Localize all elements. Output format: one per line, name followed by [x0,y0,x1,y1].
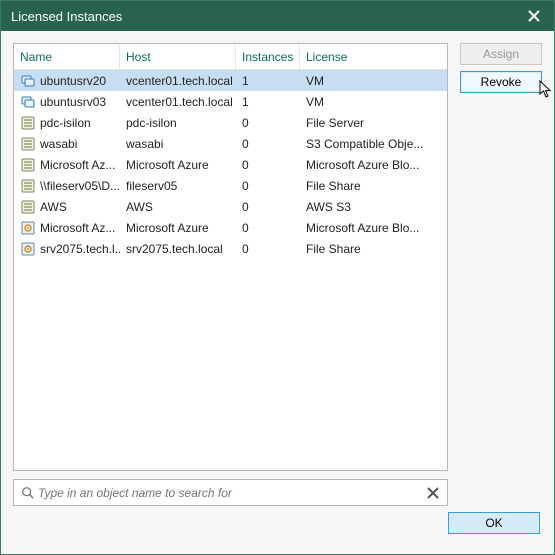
cell-instances: 0 [236,221,300,235]
cell-instances: 1 [236,74,300,88]
object-icon [20,241,36,257]
table-row[interactable]: AWSAWS0AWS S3 [14,196,447,217]
cell-license: S3 Compatible Obje... [300,137,447,151]
cell-host: pdc-isilon [120,116,236,130]
cell-name: AWS [14,199,120,215]
cell-instances: 0 [236,158,300,172]
table-row[interactable]: srv2075.tech.l...srv2075.tech.local0File… [14,238,447,259]
cell-host: Microsoft Azure [120,158,236,172]
cell-name-text: wasabi [40,137,77,151]
cell-host: Microsoft Azure [120,221,236,235]
cell-instances: 0 [236,179,300,193]
cell-license: File Share [300,242,447,256]
cell-instances: 0 [236,116,300,130]
col-header-host[interactable]: Host [120,44,236,69]
cell-license: Microsoft Azure Blo... [300,158,447,172]
cell-instances: 0 [236,200,300,214]
revoke-button[interactable]: Revoke [460,71,542,93]
nas-icon [20,136,36,152]
cell-instances: 0 [236,242,300,256]
dialog-body: Name Host Instances License ubuntusrv20 v… [1,31,554,554]
cell-name-text: \\fileserv05\D... [40,179,120,193]
ok-button[interactable]: OK [448,512,540,534]
table-row[interactable]: Microsoft Az... Microsoft Azure0Microsoft… [14,217,447,238]
table-row[interactable]: wasabiwasabi0S3 Compatible Obje... [14,133,447,154]
nas-icon [20,115,36,131]
nas-icon [20,178,36,194]
titlebar: Licensed Instances [1,1,554,31]
col-header-license[interactable]: License [300,44,447,69]
vm-icon [20,94,36,110]
search-box[interactable] [13,479,448,506]
object-icon [20,220,36,236]
cell-name-text: ubuntusrv20 [40,74,106,88]
cell-host: srv2075.tech.local [120,242,236,256]
table-row[interactable]: ubuntusrv20 vcenter01.tech.local1VM [14,70,447,91]
cell-license: File Server [300,116,447,130]
window-title: Licensed Instances [11,9,122,24]
action-buttons: Assign Revoke [460,43,542,506]
cell-name: ubuntusrv03 [14,94,120,110]
cell-name: pdc-isilon [14,115,120,131]
cell-name: ubuntusrv20 [14,73,120,89]
cell-name: Microsoft Az... [14,157,120,173]
cell-license: VM [300,95,447,109]
bottom-bar: OK [13,506,542,542]
table-row[interactable]: pdc-isilonpdc-isilon0File Server [14,112,447,133]
cell-name-text: pdc-isilon [40,116,91,130]
clear-search-icon[interactable] [425,485,441,501]
cell-license: AWS S3 [300,200,447,214]
cell-host: wasabi [120,137,236,151]
col-header-instances[interactable]: Instances [236,44,300,69]
instances-table: Name Host Instances License ubuntusrv20 v… [13,43,448,471]
cell-name-text: Microsoft Az... [40,221,115,235]
table-row[interactable]: Microsoft Az... Microsoft Azure0Microsoft… [14,154,447,175]
cell-instances: 1 [236,95,300,109]
cell-license: Microsoft Azure Blo... [300,221,447,235]
cell-host: fileserv05 [120,179,236,193]
table-row[interactable]: \\fileserv05\D...fileserv050File Share [14,175,447,196]
assign-button: Assign [460,43,542,65]
table-row[interactable]: ubuntusrv03 vcenter01.tech.local1VM [14,91,447,112]
vm-icon [20,73,36,89]
cursor-icon [539,80,555,102]
cell-host: vcenter01.tech.local [120,95,236,109]
nas-icon [20,157,36,173]
revoke-label: Revoke [481,75,522,89]
cell-name: \\fileserv05\D... [14,178,120,194]
cell-license: VM [300,74,447,88]
nas-icon [20,199,36,215]
cell-name-text: Microsoft Az... [40,158,115,172]
cell-name: Microsoft Az... [14,220,120,236]
cell-name: wasabi [14,136,120,152]
table-rows: ubuntusrv20vcenter01.tech.local1VMubuntu… [14,70,447,470]
cell-host: vcenter01.tech.local [120,74,236,88]
cell-license: File Share [300,179,447,193]
window: Licensed Instances Name Host Instances L… [0,0,555,555]
cell-name-text: ubuntusrv03 [40,95,106,109]
search-icon [20,485,36,501]
cell-name: srv2075.tech.l... [14,241,120,257]
cell-host: AWS [120,200,236,214]
cell-name-text: srv2075.tech.l... [40,242,120,256]
close-icon[interactable] [514,1,554,31]
search-input[interactable] [36,485,425,501]
table-header: Name Host Instances License [14,44,447,70]
cell-name-text: AWS [40,200,67,214]
col-header-name[interactable]: Name [14,44,120,69]
cell-instances: 0 [236,137,300,151]
